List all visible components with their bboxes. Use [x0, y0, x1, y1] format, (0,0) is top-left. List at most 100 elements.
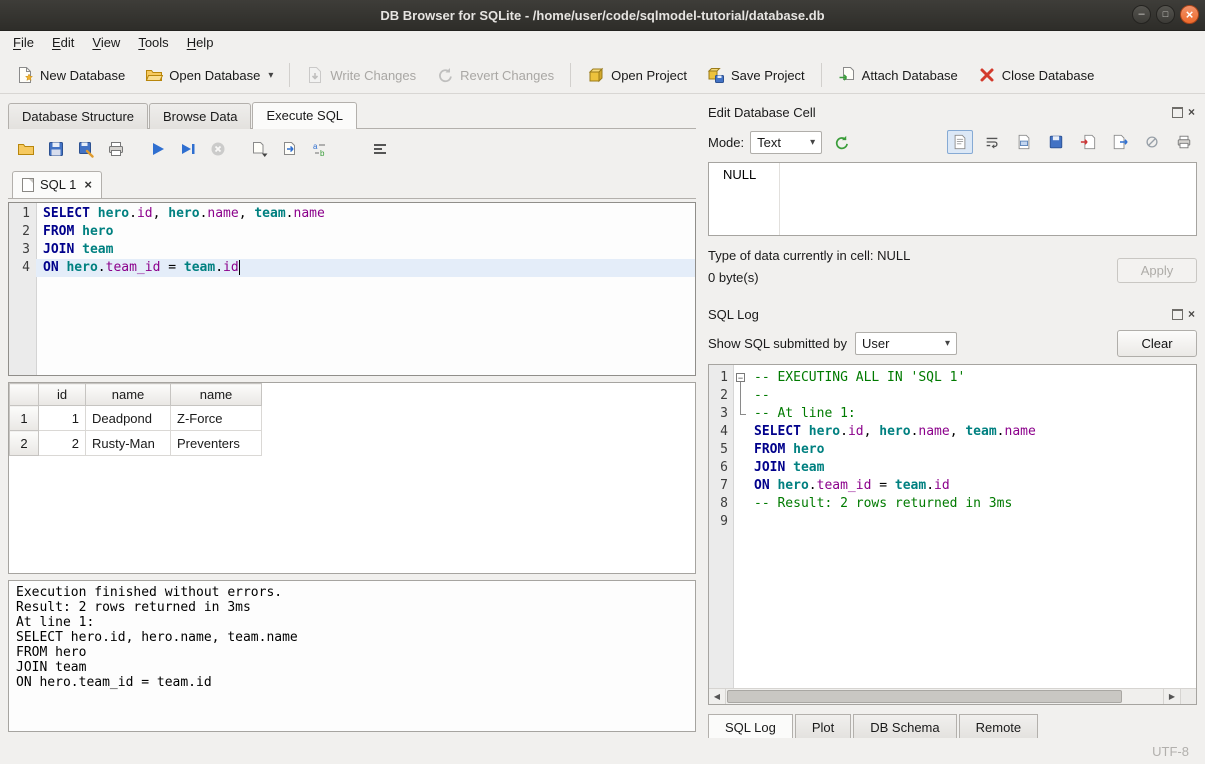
window-maximize-icon: □ — [1163, 10, 1168, 19]
export-cell-button[interactable] — [1107, 130, 1133, 154]
text-view-button[interactable] — [947, 130, 973, 154]
execution-message-text: Execution finished without errors. Resul… — [9, 581, 695, 694]
open-database-button[interactable]: Open Database ▾ — [135, 60, 283, 90]
open-cell-file-button[interactable] — [1011, 130, 1037, 154]
tab-close-icon[interactable]: × — [84, 177, 92, 192]
fold-margin[interactable]: − — [733, 369, 748, 387]
column-header[interactable]: name — [171, 384, 262, 406]
toolbar-separator — [289, 63, 290, 87]
maximize-button[interactable]: □ — [1156, 5, 1175, 24]
scroll-right-icon[interactable]: ▶ — [1163, 689, 1180, 704]
save-sql-file-button[interactable] — [42, 135, 70, 163]
sql-editor[interactable]: 1SELECT hero.id, hero.name, team.name2FR… — [8, 202, 696, 376]
menu-help[interactable]: Help — [178, 31, 223, 57]
menu-file[interactable]: File — [4, 31, 43, 57]
main-area: Database Structure Browse Data Execute S… — [0, 94, 1205, 742]
code-text: -- At line 1: — [748, 405, 1196, 423]
table-cell[interactable]: Rusty-Man — [86, 431, 171, 456]
table-cell[interactable]: 2 — [39, 431, 86, 456]
code-line: 2-- — [709, 387, 1196, 405]
attach-database-button[interactable]: Attach Database — [828, 60, 968, 90]
float-panel-icon[interactable] — [1172, 309, 1183, 320]
execute-current-line-button[interactable] — [174, 135, 202, 163]
open-in-new-tab-button[interactable] — [276, 135, 304, 163]
close-panel-icon[interactable]: × — [1188, 107, 1195, 117]
word-wrap-button[interactable] — [366, 135, 394, 163]
close-panel-icon[interactable]: × — [1188, 309, 1195, 319]
print-icon — [107, 140, 125, 158]
left-pane: Database Structure Browse Data Execute S… — [8, 100, 696, 742]
table-cell[interactable]: Z-Force — [171, 406, 262, 431]
import-cell-button[interactable] — [1075, 130, 1101, 154]
results-grid[interactable]: idnamename 11DeadpondZ-Force22Rusty-ManP… — [8, 382, 696, 574]
print-cell-button[interactable] — [1171, 130, 1197, 154]
write-changes-icon — [306, 66, 324, 84]
auto-update-button[interactable] — [828, 130, 854, 154]
line-number: 2 — [709, 387, 733, 405]
execute-all-button[interactable] — [144, 135, 172, 163]
minimize-button[interactable]: – — [1132, 5, 1151, 24]
code-text: FROM hero — [748, 441, 1196, 459]
set-null-button[interactable] — [1139, 130, 1165, 154]
line-number: 7 — [709, 477, 733, 495]
column-header[interactable]: name — [86, 384, 171, 406]
title-bar[interactable]: DB Browser for SQLite - /home/user/code/… — [0, 0, 1205, 31]
set-null-icon — [1144, 134, 1160, 150]
open-in-new-tab-icon — [281, 140, 299, 158]
fold-collapse-icon[interactable]: − — [736, 373, 745, 382]
new-tab-button[interactable] — [246, 135, 274, 163]
table-cell[interactable]: 1 — [39, 406, 86, 431]
sql1-tab[interactable]: SQL 1 × — [12, 171, 102, 198]
execution-message-pane[interactable]: Execution finished without errors. Resul… — [8, 580, 696, 732]
fold-margin — [733, 441, 748, 459]
table-cell[interactable]: Deadpond — [86, 406, 171, 431]
tab-execute-sql[interactable]: Execute SQL — [252, 102, 357, 129]
line-number: 6 — [709, 459, 733, 477]
stop-icon — [209, 140, 227, 158]
word-wrap-icon — [984, 134, 1000, 150]
table-row[interactable]: 11DeadpondZ-Force — [10, 406, 262, 431]
new-database-button[interactable]: New Database — [6, 60, 135, 90]
code-line: 7ON hero.team_id = team.id — [709, 477, 1196, 495]
fold-margin — [733, 477, 748, 495]
close-database-button[interactable]: Close Database — [968, 60, 1105, 90]
horizontal-scrollbar[interactable]: ◀ ▶ — [709, 688, 1196, 704]
fold-margin — [733, 513, 748, 531]
save-cell-file-button[interactable] — [1043, 130, 1069, 154]
clear-log-button[interactable]: Clear — [1117, 330, 1197, 357]
open-sql-file-button[interactable] — [12, 135, 40, 163]
scrollbar-track[interactable] — [726, 689, 1163, 704]
cell-value: NULL — [723, 167, 756, 182]
edit-cell-toolbar: Mode: Text ▾ — [708, 130, 1197, 154]
save-project-button[interactable]: Save Project — [697, 60, 815, 90]
open-project-button[interactable]: Open Project — [577, 60, 697, 90]
menu-view[interactable]: View — [83, 31, 129, 57]
mode-label: Mode: — [708, 135, 744, 150]
menu-tools[interactable]: Tools — [129, 31, 177, 57]
table-cell[interactable]: Preventers — [171, 431, 262, 456]
tab-database-structure[interactable]: Database Structure — [8, 103, 148, 129]
export-icon — [1112, 134, 1128, 150]
float-panel-icon[interactable] — [1172, 107, 1183, 118]
word-wrap-cell-button[interactable] — [979, 130, 1005, 154]
scroll-left-icon[interactable]: ◀ — [709, 689, 726, 704]
new-database-icon — [16, 66, 34, 84]
save-sql-as-button[interactable] — [72, 135, 100, 163]
write-changes-label: Write Changes — [330, 68, 416, 83]
menu-edit[interactable]: Edit — [43, 31, 83, 57]
revert-changes-label: Revert Changes — [460, 68, 554, 83]
scrollbar-thumb[interactable] — [727, 690, 1122, 703]
log-filter-select[interactable]: User ▾ — [855, 332, 957, 355]
close-button[interactable]: × — [1180, 5, 1199, 24]
print-sql-button[interactable] — [102, 135, 130, 163]
mode-select[interactable]: Text ▾ — [750, 131, 822, 154]
sql-log-view[interactable]: 1−-- EXECUTING ALL IN 'SQL 1'2--3-- At l… — [708, 364, 1197, 705]
table-row[interactable]: 22Rusty-ManPreventers — [10, 431, 262, 456]
cell-editor[interactable]: NULL — [708, 162, 1197, 236]
find-replace-icon: ab — [311, 140, 329, 158]
open-database-dropdown-icon[interactable]: ▾ — [268, 70, 273, 81]
line-number: 9 — [709, 513, 733, 531]
find-replace-button[interactable]: ab — [306, 135, 334, 163]
tab-browse-data[interactable]: Browse Data — [149, 103, 251, 129]
column-header[interactable]: id — [39, 384, 86, 406]
